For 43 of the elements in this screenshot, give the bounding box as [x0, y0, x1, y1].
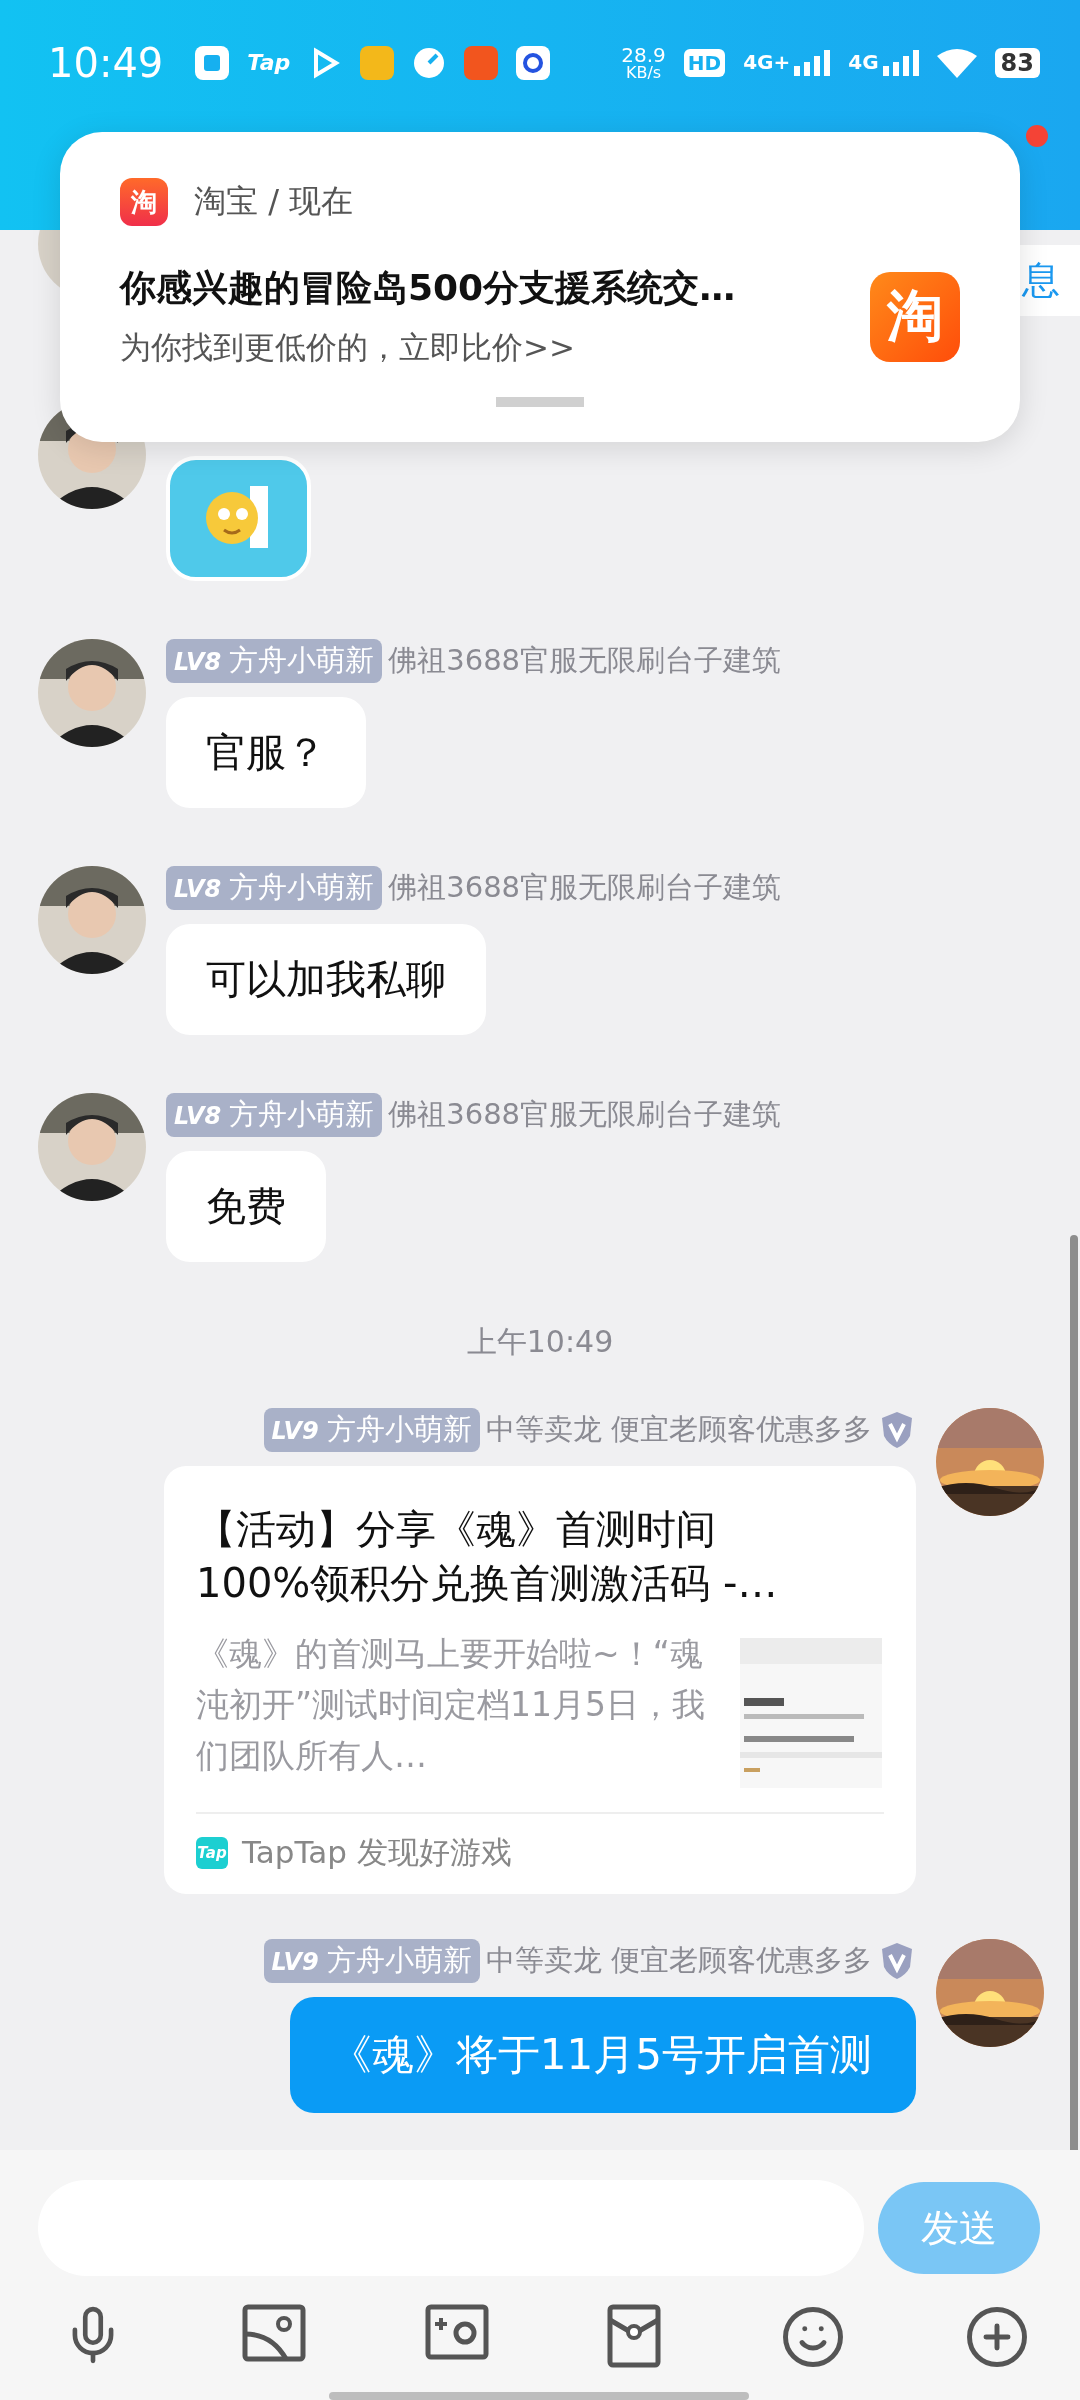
app-icon: [516, 45, 551, 80]
network-type: 4G: [848, 49, 879, 74]
hd-indicator: HD: [683, 48, 726, 77]
app-icon: 淘: [120, 178, 168, 226]
notification-source: 淘宝 / 现在: [194, 181, 354, 222]
speedometer-icon: [412, 45, 447, 80]
card-description: 《魂》的首测马上要开始啦~！“魂沌初开”测试时间定档11月5日，我们团队所有人…: [196, 1633, 707, 1778]
member-title: 佛祖3688官服无限刷台子建筑: [388, 869, 782, 906]
app-logo: 淘: [870, 271, 960, 362]
signal-icon: [882, 49, 919, 76]
wifi-icon: [936, 47, 977, 78]
message-bubble: 《魂》将于11月5号开启首测: [289, 1997, 916, 2113]
level-badge: LV8 方舟小萌新: [166, 639, 383, 683]
app-icon: [360, 45, 395, 80]
level-badge: LV8 方舟小萌新: [166, 1093, 383, 1137]
member-title: 中等卖龙 便宜老顾客优惠多多: [485, 1942, 872, 1979]
level-badge: LV9 方舟小萌新: [263, 1939, 480, 1983]
member-title: 佛祖3688官服无限刷台子建筑: [388, 1096, 782, 1133]
level-badge: LV8 方舟小萌新: [166, 866, 383, 910]
message-bubble: 可以加我私聊: [166, 924, 486, 1035]
taptap-icon: Tap: [196, 1837, 228, 1869]
level-badge: LV9 方舟小萌新: [263, 1408, 480, 1452]
clock: 10:49: [48, 39, 164, 86]
network-type: 4G+: [743, 49, 791, 74]
notification-text: 为你找到更低价的，立即比价>>: [120, 328, 576, 367]
network-speed: 28.9: [621, 44, 666, 65]
taptap-logo: Tap: [247, 50, 291, 75]
member-title: 佛祖3688官服无限刷台子建筑: [388, 642, 782, 679]
app-icon: [195, 45, 230, 80]
speed-unit: KB/s: [625, 64, 662, 81]
message-bubble: 免费: [166, 1151, 326, 1262]
message-bubble: 官服？: [166, 697, 366, 808]
notification-title: 你感兴趣的冒险岛500分支援系统交…: [120, 266, 737, 310]
app-icon: [464, 45, 499, 80]
card-source: TapTap 发现好游戏: [242, 1833, 512, 1872]
link-card[interactable]: 【活动】分享《魂》首测时间100%领积分兑换首测激活码 -… 《魂》的首测马上要开始啦~！“魂沌初开”测试时间定档11月5日，我们团队所有人… Tap TapTap 发现好游戏: [164, 1466, 916, 1894]
battery-level: 83: [994, 47, 1040, 78]
timestamp: 上午10:49: [466, 1323, 614, 1361]
notification-banner[interactable]: 淘 淘宝 / 现在 你感兴趣的冒险岛500分支援系统交… 为你找到更低价的，立即比价>> 淘: [60, 132, 1020, 442]
card-title: 【活动】分享《魂》首测时间100%领积分兑换首测激活码 -…: [196, 1505, 779, 1608]
envelope-icon[interactable]: [607, 2304, 662, 2370]
member-title: 中等卖龙 便宜老顾客优惠多多: [485, 1411, 872, 1448]
signal-icon: [794, 49, 831, 76]
